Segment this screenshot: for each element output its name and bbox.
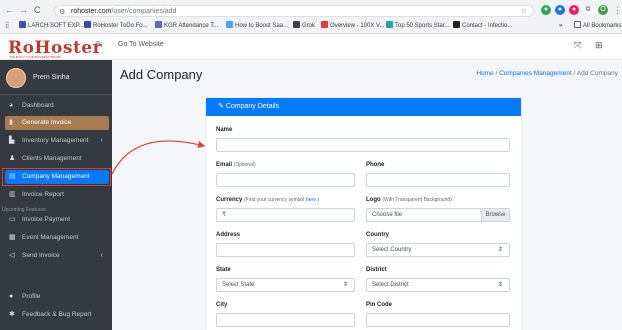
annotation-arrow <box>111 140 206 175</box>
